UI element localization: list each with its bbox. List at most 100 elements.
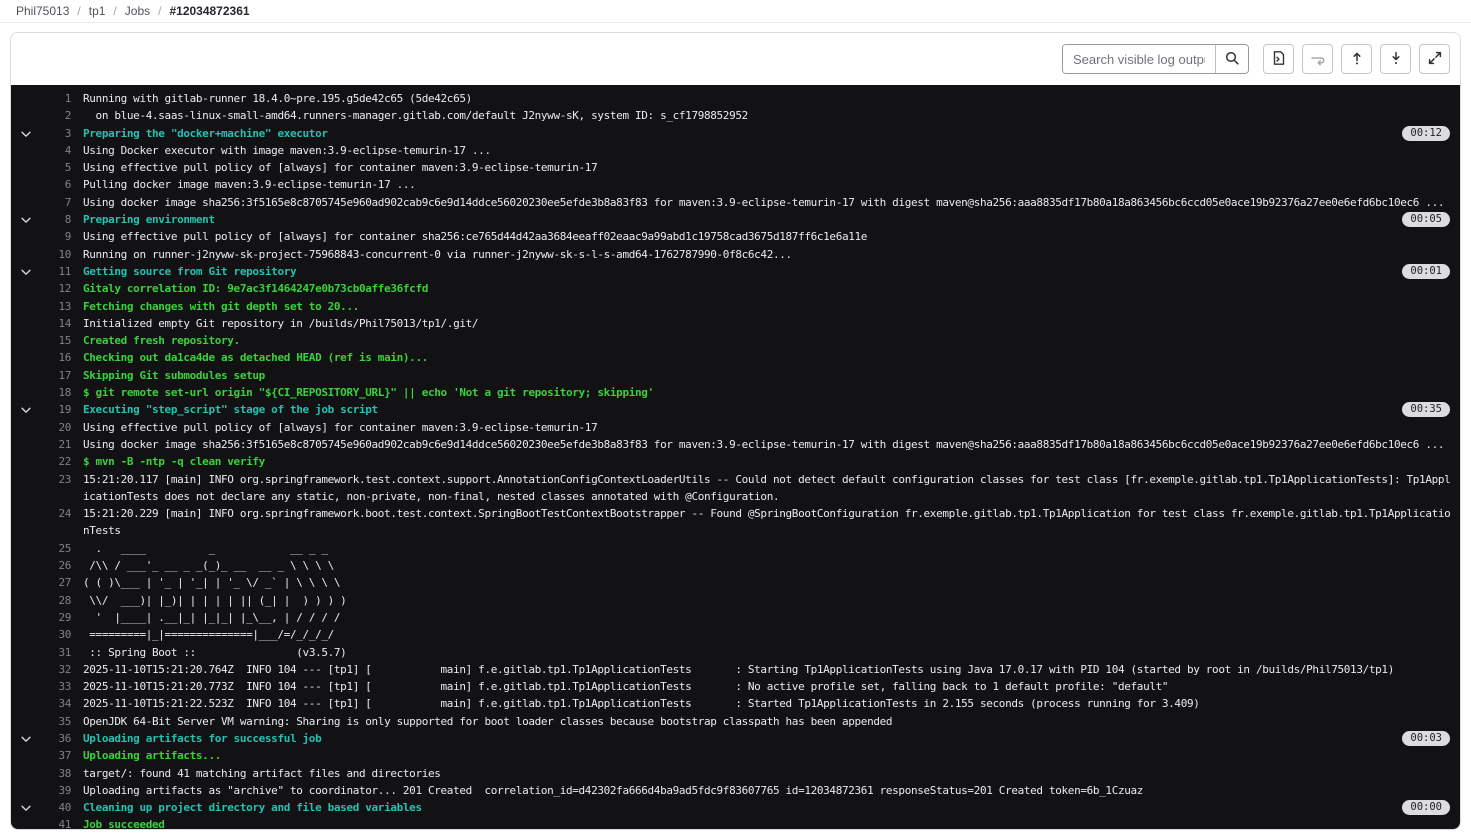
log-line-text: Using effective pull policy of [always] … (83, 159, 1454, 176)
breadcrumb-separator: / (113, 4, 116, 18)
line-number[interactable]: 30 (11, 626, 71, 643)
log-line-row: 22$ mvn -B -ntp -q clean verify (11, 453, 1460, 470)
chevron-down-icon[interactable] (19, 265, 33, 279)
line-number[interactable]: 15 (11, 332, 71, 349)
log-line-row: 12 Gitaly correlation ID: 9e7ac3f1464247e… (11, 280, 1460, 297)
line-number[interactable]: 34 (11, 695, 71, 712)
wrap-lines-button[interactable] (1302, 44, 1333, 74)
line-number[interactable]: 14 (11, 315, 71, 332)
section-duration-badge: 00:12 (1402, 126, 1450, 141)
breadcrumb-item[interactable]: tp1 (89, 4, 106, 18)
line-number[interactable]: 2 (11, 107, 71, 124)
log-line-gutter: 39 (11, 782, 71, 799)
line-number[interactable]: 1 (11, 90, 71, 107)
log-line-gutter: 31 (11, 644, 71, 661)
log-line-text: target/: found 41 matching artifact file… (83, 765, 1454, 782)
log-line-gutter: 18 (11, 384, 71, 401)
log-line-text: :: Spring Boot :: (v3.5.7) (83, 644, 1454, 661)
breadcrumb-item[interactable]: Phil75013 (16, 4, 69, 18)
log-line-text: Using Docker executor with image maven:3… (83, 142, 1454, 159)
log-line-row: 27( ( )\___ | '_ | '_| | '_ \/ _` | \ \ … (11, 574, 1460, 591)
line-number[interactable]: 38 (11, 765, 71, 782)
line-number[interactable]: 12 (11, 280, 71, 297)
log-line-gutter: 5 (11, 159, 71, 176)
log-line-text: =========|_|==============|___/=/_/_/_/ (83, 626, 1454, 643)
line-number[interactable]: 6 (11, 176, 71, 193)
log-line-text: Running with gitlab-runner 18.4.0~pre.19… (83, 90, 1454, 107)
log-line-gutter: 21 (11, 436, 71, 453)
line-number[interactable]: 33 (11, 678, 71, 695)
line-number[interactable]: 41 (11, 816, 71, 829)
line-number[interactable]: 23 (11, 471, 71, 488)
line-number[interactable]: 17 (11, 367, 71, 384)
log-line-gutter: 3 (11, 125, 71, 142)
log-line-gutter: 40 (11, 799, 71, 816)
line-number[interactable]: 31 (11, 644, 71, 661)
log-line-gutter: 17 (11, 367, 71, 384)
log-line-row: 25 . ____ _ __ _ _ (11, 540, 1460, 557)
breadcrumb-separator: / (158, 4, 161, 18)
scroll-to-top-icon (1349, 50, 1365, 69)
log-line-text: Uploading artifacts for successful job (83, 730, 1454, 747)
section-duration-badge: 00:05 (1402, 212, 1450, 227)
log-line-gutter: 28 (11, 592, 71, 609)
chevron-down-icon[interactable] (19, 732, 33, 746)
log-line-gutter: 4 (11, 142, 71, 159)
line-number[interactable]: 26 (11, 557, 71, 574)
log-line-row: 4 Using Docker executor with image maven:… (11, 142, 1460, 159)
line-number[interactable]: 5 (11, 159, 71, 176)
fullscreen-button[interactable] (1419, 44, 1450, 74)
line-number[interactable]: 37 (11, 747, 71, 764)
search-input[interactable] (1063, 45, 1215, 73)
line-number[interactable]: 25 (11, 540, 71, 557)
raw-log-button[interactable] (1263, 44, 1294, 74)
line-number[interactable]: 29 (11, 609, 71, 626)
scroll-to-top-button[interactable] (1341, 44, 1372, 74)
log-line-gutter: 19 (11, 401, 71, 418)
job-log-output[interactable]: 1 Running with gitlab-runner 18.4.0~pre.1… (11, 85, 1460, 829)
log-line-text: 2025-11-10T15:21:22.523Z INFO 104 --- [t… (83, 695, 1454, 712)
line-number[interactable]: 20 (11, 419, 71, 436)
line-number[interactable]: 18 (11, 384, 71, 401)
log-line-text: Preparing the "docker+machine" executor (83, 125, 1454, 142)
line-number[interactable]: 10 (11, 246, 71, 263)
line-number[interactable]: 28 (11, 592, 71, 609)
line-number[interactable]: 27 (11, 574, 71, 591)
log-line-gutter: 12 (11, 280, 71, 297)
log-line-text: 15:21:20.229 [main] INFO org.springframe… (83, 505, 1454, 540)
log-line-row: 26 /\\ / ___'_ __ _ _(_)_ __ __ _ \ \ \ … (11, 557, 1460, 574)
chevron-down-icon[interactable] (19, 403, 33, 417)
line-number[interactable]: 24 (11, 505, 71, 522)
log-line-text: Gitaly correlation ID: 9e7ac3f1464247e0b… (83, 280, 1454, 297)
log-line-gutter: 1 (11, 90, 71, 107)
log-line-text: OpenJDK 64-Bit Server VM warning: Sharin… (83, 713, 1454, 730)
chevron-down-icon[interactable] (19, 801, 33, 815)
chevron-down-icon[interactable] (19, 213, 33, 227)
line-number[interactable]: 32 (11, 661, 71, 678)
line-number[interactable]: 39 (11, 782, 71, 799)
log-section-header-row: 11Getting source from Git repository00:0… (11, 263, 1460, 280)
log-line-row: 16Checking out da1ca4de as detached HEAD… (11, 349, 1460, 366)
chevron-down-icon[interactable] (19, 127, 33, 141)
log-line-text: ' |____| .__|_| |_|_| |_\__, | / / / / (83, 609, 1454, 626)
log-line-gutter: 37 (11, 747, 71, 764)
log-line-row: 14Initialized empty Git repository in /b… (11, 315, 1460, 332)
search-button[interactable] (1215, 45, 1248, 73)
log-line-text: Job succeeded (83, 816, 1454, 829)
line-number[interactable]: 21 (11, 436, 71, 453)
breadcrumb-item[interactable]: Jobs (125, 4, 150, 18)
log-line-row: 15Created fresh repository. (11, 332, 1460, 349)
line-number[interactable]: 13 (11, 298, 71, 315)
line-number[interactable]: 35 (11, 713, 71, 730)
scroll-to-bottom-button[interactable] (1380, 44, 1411, 74)
line-number[interactable]: 22 (11, 453, 71, 470)
line-number[interactable]: 4 (11, 142, 71, 159)
log-line-gutter: 35 (11, 713, 71, 730)
log-line-row: 7Using docker image sha256:3f5165e8c8705… (11, 194, 1460, 211)
line-number[interactable]: 16 (11, 349, 71, 366)
log-line-gutter: 24 (11, 505, 71, 540)
line-number[interactable]: 9 (11, 228, 71, 245)
log-line-text: Getting source from Git repository (83, 263, 1454, 280)
breadcrumb-item[interactable]: #12034872361 (169, 4, 249, 18)
line-number[interactable]: 7 (11, 194, 71, 211)
